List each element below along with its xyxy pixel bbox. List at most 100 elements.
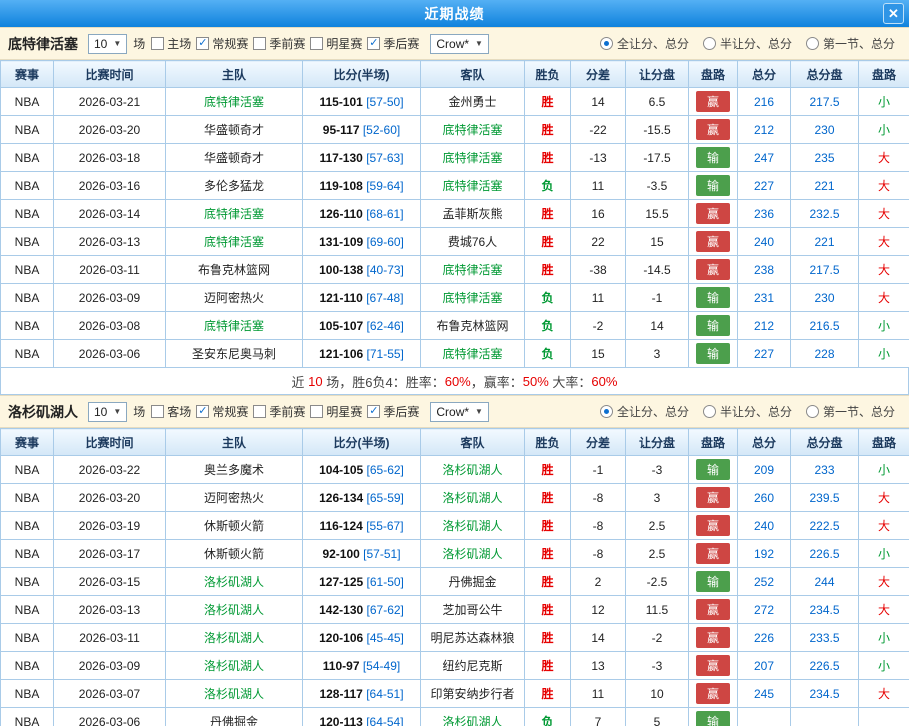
home-team-cell: 奥兰多魔术: [166, 456, 303, 484]
diff-cell: 14: [571, 624, 626, 652]
handicap-result-badge: 赢: [696, 683, 730, 704]
summary-text: 60%: [591, 374, 617, 389]
filter-radio[interactable]: 全让分、总分: [600, 35, 689, 52]
checkbox-unchecked-icon[interactable]: [253, 37, 266, 50]
total-line-cell: 217.5: [791, 88, 859, 116]
radio-selected-icon[interactable]: [600, 37, 613, 50]
close-button[interactable]: ✕: [883, 3, 904, 24]
final-score: 104-105: [319, 463, 363, 477]
odds-source-select[interactable]: Crow* ▼: [430, 34, 489, 54]
away-team-cell: 芝加哥公牛: [421, 596, 525, 624]
handicap-result-badge: 输: [696, 287, 730, 308]
checkbox-unchecked-icon[interactable]: [310, 37, 323, 50]
filter-checkbox[interactable]: ✓常规赛: [196, 35, 248, 52]
checkbox-unchecked-icon[interactable]: [151, 405, 164, 418]
handicap-result-badge: 输: [696, 459, 730, 480]
league-cell: NBA: [1, 708, 54, 726]
handicap-result-badge: 赢: [696, 543, 730, 564]
column-header: 比分(半场): [303, 429, 421, 456]
filter-radio[interactable]: 半让分、总分: [703, 403, 792, 420]
result-cell: 胜: [525, 456, 571, 484]
handicap-result-cell: 赢: [689, 200, 738, 228]
handicap-cell: 2.5: [626, 540, 689, 568]
away-team-cell: 洛杉矶湖人: [421, 512, 525, 540]
handicap-cell: -15.5: [626, 116, 689, 144]
final-score: 142-130: [319, 603, 363, 617]
handicap-result-cell: 赢: [689, 596, 738, 624]
games-count-select[interactable]: 10 ▼: [88, 34, 127, 54]
filter-checkbox[interactable]: 客场: [151, 403, 191, 420]
ou-cell: 小: [859, 312, 909, 340]
checkbox-label: 常规赛: [212, 403, 248, 420]
final-score: 126-110: [319, 207, 362, 221]
odds-source-select[interactable]: Crow* ▼: [430, 402, 489, 422]
table-row: NBA2026-03-21底特律活塞115-101 [57-50]金州勇士胜14…: [1, 88, 909, 116]
filter-checkbox[interactable]: ✓季后赛: [367, 35, 419, 52]
filter-checkbox[interactable]: 季前赛: [253, 403, 305, 420]
away-team-cell: 明尼苏达森林狼: [421, 624, 525, 652]
league-cell: NBA: [1, 200, 54, 228]
total-cell: 252: [738, 568, 791, 596]
filter-radio[interactable]: 第一节、总分: [806, 35, 895, 52]
total-line-cell: 221: [791, 172, 859, 200]
view-radio-group: 全让分、总分半让分、总分第一节、总分: [600, 35, 901, 52]
radio-selected-icon[interactable]: [600, 405, 613, 418]
filter-checkbox[interactable]: 明星赛: [310, 403, 362, 420]
filter-checkbox[interactable]: ✓常规赛: [196, 403, 248, 420]
ou-cell: 小: [859, 456, 909, 484]
radio-unselected-icon[interactable]: [703, 37, 716, 50]
checkbox-label: 主场: [167, 35, 191, 52]
filter-checkbox[interactable]: 季前赛: [253, 35, 305, 52]
checkbox-checked-icon[interactable]: ✓: [196, 405, 209, 418]
checkbox-unchecked-icon[interactable]: [151, 37, 164, 50]
checkbox-checked-icon[interactable]: ✓: [367, 405, 380, 418]
league-cell: NBA: [1, 456, 54, 484]
handicap-result-badge: 赢: [696, 515, 730, 536]
filter-checkbox[interactable]: 明星赛: [310, 35, 362, 52]
away-team-cell: 洛杉矶湖人: [421, 708, 525, 726]
handicap-result-cell: 输: [689, 312, 738, 340]
score-cell: 115-101 [57-50]: [303, 88, 421, 116]
home-team-cell: 洛杉矶湖人: [166, 652, 303, 680]
radio-unselected-icon[interactable]: [806, 37, 819, 50]
diff-cell: 11: [571, 284, 626, 312]
ou-cell: 大: [859, 256, 909, 284]
results-table: 赛事比赛时间主队比分(半场)客队胜负分差让分盘盘路总分总分盘盘路 NBA2026…: [0, 60, 909, 368]
result-cell: 胜: [525, 568, 571, 596]
diff-cell: 7: [571, 708, 626, 726]
checkbox-label: 季前赛: [269, 35, 305, 52]
checkbox-unchecked-icon[interactable]: [310, 405, 323, 418]
column-header: 胜负: [525, 429, 571, 456]
chevron-down-icon: ▼: [113, 39, 121, 48]
away-team-cell: 印第安纳步行者: [421, 680, 525, 708]
checkbox-unchecked-icon[interactable]: [253, 405, 266, 418]
filter-checkbox[interactable]: ✓季后赛: [367, 403, 419, 420]
handicap-cell: -2: [626, 624, 689, 652]
radio-unselected-icon[interactable]: [703, 405, 716, 418]
filter-radio[interactable]: 半让分、总分: [703, 35, 792, 52]
filter-radio[interactable]: 全让分、总分: [600, 403, 689, 420]
handicap-result-cell: 输: [689, 172, 738, 200]
total-line-cell: 222.5: [791, 512, 859, 540]
total-line-cell: [791, 708, 859, 726]
column-header: 盘路: [689, 429, 738, 456]
games-count-select[interactable]: 10 ▼: [88, 402, 127, 422]
radio-unselected-icon[interactable]: [806, 405, 819, 418]
checkbox-checked-icon[interactable]: ✓: [196, 37, 209, 50]
handicap-result-cell: 输: [689, 144, 738, 172]
filter-radio[interactable]: 第一节、总分: [806, 403, 895, 420]
handicap-result-cell: 输: [689, 456, 738, 484]
home-team-cell: 洛杉矶湖人: [166, 680, 303, 708]
checkbox-checked-icon[interactable]: ✓: [367, 37, 380, 50]
games-unit-label: 场: [133, 35, 145, 52]
filter-checkbox[interactable]: 主场: [151, 35, 191, 52]
total-cell: [738, 708, 791, 726]
filter-bar: 底特律活塞 10 ▼ 场 主场✓常规赛季前赛明星赛✓季后赛 Crow* ▼ 全让…: [0, 27, 909, 60]
total-cell: 207: [738, 652, 791, 680]
home-team-cell: 迈阿密热火: [166, 484, 303, 512]
half-score: [61-50]: [367, 575, 404, 589]
ou-cell: 大: [859, 200, 909, 228]
handicap-cell: -3.5: [626, 172, 689, 200]
total-cell: 226: [738, 624, 791, 652]
result-cell: 胜: [525, 652, 571, 680]
